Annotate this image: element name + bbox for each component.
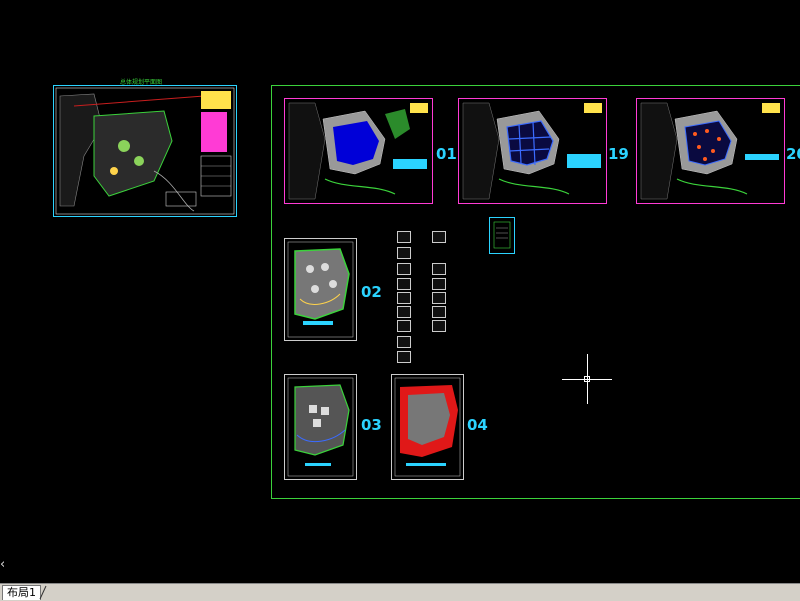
sheet-20-number: 20 (786, 145, 800, 163)
crosshair-pickbox (584, 376, 590, 382)
tab-layout1[interactable]: 布局1 (2, 585, 41, 600)
sheet-04[interactable] (391, 374, 464, 480)
detail-thumb[interactable] (432, 231, 446, 243)
detail-thumb[interactable] (397, 292, 411, 304)
detail-thumb[interactable] (397, 247, 411, 259)
detail-thumb[interactable] (432, 278, 446, 290)
sheet-19-drawing (462, 102, 602, 200)
detail-thumb[interactable] (397, 351, 411, 363)
sheet-01[interactable] (284, 98, 433, 204)
detail-thumb[interactable] (397, 231, 411, 243)
sheet-03-drawing (287, 377, 354, 477)
sheet-19[interactable] (458, 98, 607, 204)
detail-thumb[interactable] (432, 292, 446, 304)
sheet-03-number: 03 (361, 416, 382, 434)
legend-sheet[interactable] (489, 217, 515, 254)
detail-thumb[interactable] (397, 263, 411, 275)
sheet-01-number: 01 (436, 145, 457, 163)
sheet-01-drawing (288, 102, 428, 200)
detail-thumb[interactable] (397, 320, 411, 332)
sheet-02[interactable] (284, 238, 357, 341)
sheet-02-drawing (287, 241, 354, 338)
legend-sheet-drawing (493, 221, 511, 249)
detail-thumb[interactable] (432, 263, 446, 275)
tab-separator (39, 585, 47, 600)
master-plan-title: 总体规划平面图 (120, 79, 163, 86)
layout-tab-bar: 布局1 (0, 583, 800, 601)
model-space-canvas[interactable]: 总体规划平面图 01 19 2 02 03 04 ‹ (0, 0, 800, 583)
sheet-20-drawing (640, 102, 780, 200)
master-plan-drawing (55, 87, 235, 215)
sheet-03[interactable] (284, 374, 357, 480)
detail-thumb[interactable] (397, 306, 411, 318)
master-plan-sheet[interactable]: 总体规划平面图 (53, 79, 237, 217)
sheet-20[interactable] (636, 98, 785, 204)
sheet-04-drawing (394, 377, 461, 477)
detail-thumb[interactable] (397, 336, 411, 348)
sheet-02-number: 02 (361, 283, 382, 301)
detail-thumb[interactable] (432, 306, 446, 318)
chevron-left-icon[interactable]: ‹ (0, 557, 5, 572)
detail-thumb[interactable] (397, 278, 411, 290)
sheet-04-number: 04 (467, 416, 488, 434)
detail-thumb[interactable] (432, 320, 446, 332)
sheet-19-number: 19 (608, 145, 629, 163)
